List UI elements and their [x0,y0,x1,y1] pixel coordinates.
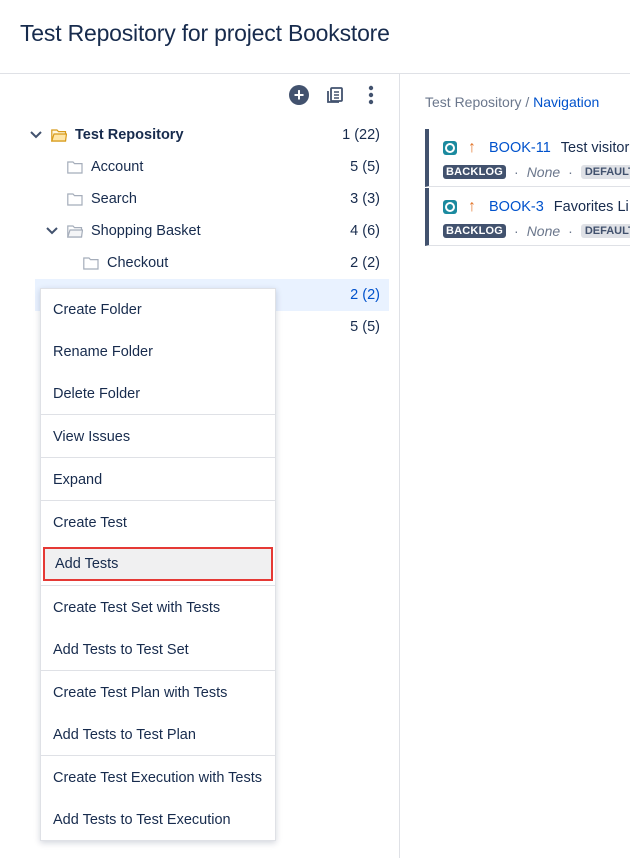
issue-summary: Favorites Li [553,199,629,215]
chevron-down-icon[interactable] [45,224,59,238]
folder-icon [67,192,83,206]
default-badge: DEFAULT [580,224,630,238]
menu-item-view-issues[interactable]: View Issues [41,416,275,458]
issue-summary: Test visitor [560,140,630,156]
tree-toolbar: + [288,84,382,106]
issue-key-link[interactable]: BOOK-11 [489,140,551,156]
tree-item-count: 2 (2) [350,287,380,303]
tree-item-count: 5 (5) [350,159,380,175]
assignee-value: None [526,164,561,180]
tree-item-label: Test Repository [75,127,184,143]
menu-divider [41,585,275,586]
menu-item-create-test-plan-with-tests[interactable]: Create Test Plan with Tests [41,672,275,714]
folder-icon [67,160,83,174]
test-issue-row[interactable]: ↑ BOOK-3 Favorites Li BACKLOG · None · D… [425,188,630,246]
folder-open-icon [51,128,67,142]
menu-item-create-test-set-with-tests[interactable]: Create Test Set with Tests [41,587,275,629]
tree-item-checkout[interactable]: Checkout 2 (2) [0,247,390,279]
issue-key-link[interactable]: BOOK-3 [489,199,544,215]
menu-divider [41,670,275,671]
menu-divider [41,457,275,458]
tree-item-search[interactable]: Search 3 (3) [0,183,390,215]
tree-root-test-repository[interactable]: Test Repository 1 (22) [0,119,390,151]
menu-item-delete-folder[interactable]: Delete Folder [41,373,275,415]
breadcrumb-current[interactable]: Navigation [533,94,599,110]
default-badge: DEFAULT [580,165,630,179]
separator-dot: · [568,223,573,239]
menu-item-add-tests-to-test-execution[interactable]: Add Tests to Test Execution [41,799,275,841]
tree-item-account[interactable]: Account 5 (5) [0,151,390,183]
assignee-value: None [526,223,561,239]
separator-dot: · [514,223,519,239]
folder-open-icon [67,224,83,238]
tree-item-shopping-basket[interactable]: Shopping Basket 4 (6) [0,215,390,247]
folder-icon [83,256,99,270]
documents-icon [327,87,343,103]
tree-item-count: 2 (2) [350,255,380,271]
status-badge: BACKLOG [443,224,507,238]
tree-item-label: Shopping Basket [91,223,201,239]
status-badge: BACKLOG [443,165,507,179]
menu-item-create-folder[interactable]: Create Folder [41,289,275,331]
test-issue-row[interactable]: ↑ BOOK-11 Test visitor BACKLOG · None · … [425,129,630,187]
menu-item-create-test[interactable]: Create Test [41,502,275,544]
plus-circle-icon: + [289,85,309,105]
menu-item-rename-folder[interactable]: Rename Folder [41,331,275,373]
menu-divider [41,755,275,756]
tree-item-count: 1 (22) [342,127,380,143]
more-vertical-icon [368,85,374,105]
separator-dot: · [514,164,519,180]
tree-item-label: Checkout [107,255,169,271]
add-folder-button[interactable]: + [288,84,310,106]
priority-arrow-up-icon: ↑ [468,198,476,215]
menu-item-add-tests-to-test-plan[interactable]: Add Tests to Test Plan [41,714,275,756]
header-divider [0,73,630,74]
folder-context-menu: Create Folder Rename Folder Delete Folde… [40,288,276,841]
menu-item-expand[interactable]: Expand [41,459,275,501]
separator-dot: · [568,164,573,180]
test-type-icon [443,141,457,155]
breadcrumb-separator: / [521,94,534,110]
documents-button[interactable] [324,84,346,106]
chevron-down-icon[interactable] [29,128,43,142]
tree-item-count: 4 (6) [350,223,380,239]
tree-item-label: Search [91,191,137,207]
breadcrumb: Test Repository / Navigation [425,94,599,110]
priority-arrow-up-icon: ↑ [468,139,476,156]
page-title: Test Repository for project Bookstore [20,20,390,46]
tree-item-count: 5 (5) [350,319,380,335]
tree-item-label: Account [91,159,144,175]
menu-divider [41,500,275,501]
tree-item-count: 3 (3) [350,191,380,207]
menu-item-add-tests-to-test-set[interactable]: Add Tests to Test Set [41,629,275,671]
more-actions-button[interactable] [360,84,382,106]
panel-divider [399,73,400,858]
test-type-icon [443,200,457,214]
menu-item-add-tests[interactable]: Add Tests [43,547,273,581]
menu-divider [41,414,275,415]
menu-item-create-test-execution-with-tests[interactable]: Create Test Execution with Tests [41,757,275,799]
breadcrumb-root[interactable]: Test Repository [425,94,521,110]
